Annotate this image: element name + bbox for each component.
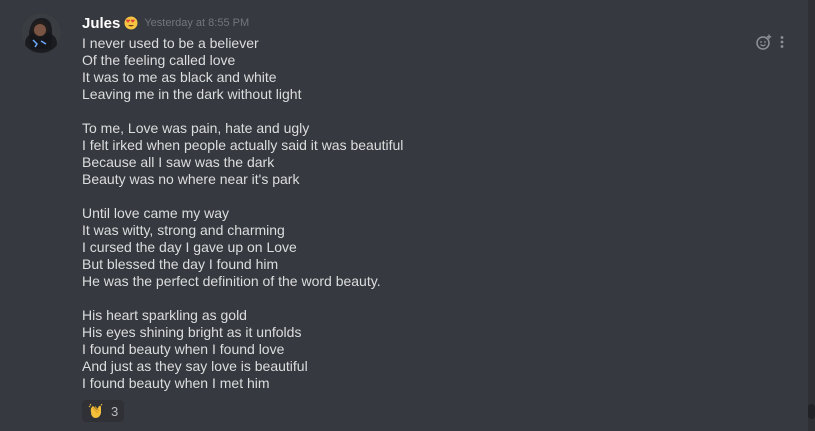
- poem-line: But blessed the day I found him: [82, 256, 279, 272]
- poem-line: His heart sparkling as gold: [82, 307, 247, 323]
- poem-line: I never used to be a believer: [82, 35, 259, 51]
- more-options-icon[interactable]: [780, 35, 784, 49]
- message-header: Jules Yesterday at 8:55 PM: [82, 13, 249, 33]
- poem-line: And just as they say love is beautiful: [82, 358, 308, 374]
- poem-line: To me, Love was pain, hate and ugly: [82, 120, 310, 136]
- poem-line: I felt irked when people actually said i…: [82, 137, 404, 153]
- message-content: I never used to be a believer Of the fee…: [82, 35, 722, 409]
- poem-line: Of the feeling called love: [82, 52, 236, 68]
- stanza: Until love came my way It was witty, str…: [82, 205, 722, 290]
- stanza: To me, Love was pain, hate and ugly I fe…: [82, 120, 722, 188]
- avatar[interactable]: [21, 13, 61, 53]
- poem-line: I cursed the day I gave up on Love: [82, 239, 297, 255]
- poem-line: Until love came my way: [82, 205, 230, 221]
- stanza: His heart sparkling as gold His eyes shi…: [82, 307, 722, 392]
- timestamp: Yesterday at 8:55 PM: [144, 17, 250, 29]
- scrollbar-track[interactable]: [808, 0, 815, 431]
- add-reaction-icon[interactable]: [756, 34, 772, 50]
- poem-line: It was witty, strong and charming: [82, 222, 285, 238]
- poem-line: Beauty was no where near it's park: [82, 171, 300, 187]
- message-actions: [756, 34, 784, 50]
- poem-line: He was the perfect definition of the wor…: [82, 273, 381, 289]
- poem-line: His eyes shining bright as it unfolds: [82, 324, 302, 340]
- poem-line: Leaving me in the dark without light: [82, 86, 302, 102]
- poem-line: I found beauty when I met him: [82, 375, 270, 391]
- scrollbar-thumb[interactable]: [808, 404, 815, 419]
- username[interactable]: Jules: [82, 15, 120, 32]
- poem-line: Because all I saw was the dark: [82, 154, 275, 170]
- message: Jules Yesterday at 8:55 PM I never used …: [0, 0, 808, 431]
- reaction-count: 3: [111, 403, 119, 419]
- heart-eyes-emoji-icon: [124, 16, 138, 30]
- reaction-button[interactable]: 3: [82, 400, 124, 422]
- poem-line: I found beauty when I found love: [82, 341, 285, 357]
- poem-line: It was to me as black and white: [82, 69, 277, 85]
- stanza: I never used to be a believer Of the fee…: [82, 35, 722, 103]
- clapping-hands-emoji-icon: [87, 402, 105, 420]
